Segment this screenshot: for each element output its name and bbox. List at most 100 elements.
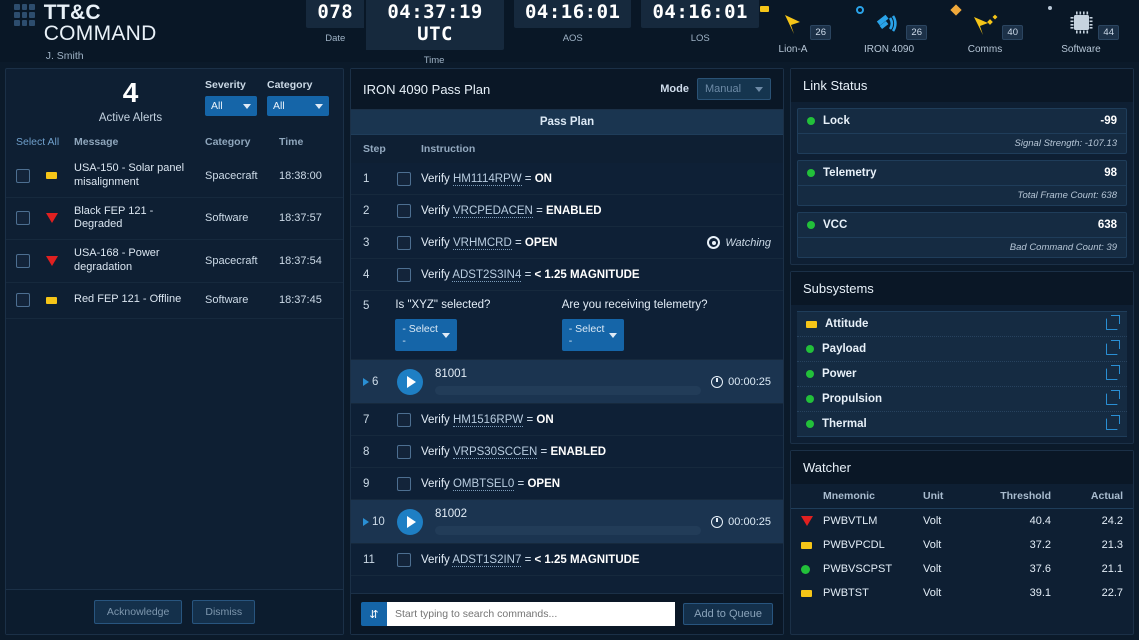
- mode-value: Manual: [705, 83, 742, 95]
- subsystem-item-power[interactable]: Power: [797, 362, 1127, 387]
- severity-nominal-icon: [801, 564, 823, 574]
- mnemonic[interactable]: VRPS30SCCEN: [452, 445, 538, 459]
- table-row[interactable]: PWBVPCDL Volt 37.2 21.3: [791, 533, 1133, 557]
- table-row[interactable]: Red FEP 121 - Offline Software 18:37:45: [6, 283, 343, 319]
- step-checkbox[interactable]: [397, 444, 421, 459]
- pass-plan-step[interactable]: 4 Verify ADST2S3IN4 = < 1.25 MAGNITUDE: [351, 259, 783, 291]
- mnemonic[interactable]: ADST1S2IN7: [452, 553, 522, 567]
- row-checkbox[interactable]: [16, 293, 46, 307]
- table-row[interactable]: PWBVSCPST Volt 37.6 21.1: [791, 557, 1133, 581]
- watching-indicator[interactable]: Watching: [707, 236, 771, 249]
- run-command-button[interactable]: [397, 508, 423, 535]
- comms-antenna-icon: [974, 14, 998, 35]
- watcher-unit: Volt: [923, 563, 942, 575]
- pass-plan-step[interactable]: 11 Verify ADST1S2IN7 = < 1.25 MAGNITUDE: [351, 544, 783, 576]
- expected-value: ENABLED: [550, 445, 607, 458]
- mnemonic[interactable]: HM1516RPW: [452, 413, 524, 427]
- pass-plan-step[interactable]: 1 Verify HM1114RPW = ON: [351, 163, 783, 195]
- question-select-2[interactable]: - Select -: [561, 319, 624, 351]
- column-instruction: Instruction: [421, 143, 476, 155]
- mnemonic[interactable]: HM1114RPW: [452, 172, 522, 186]
- dismiss-button[interactable]: Dismiss: [192, 600, 256, 624]
- subsystem-item-thermal[interactable]: Thermal: [797, 412, 1127, 437]
- asset-lion-a[interactable]: 26 Lion-A: [759, 6, 831, 55]
- open-external-icon[interactable]: [1106, 415, 1120, 430]
- asset-comms[interactable]: 40 Comms: [950, 4, 1023, 55]
- status-dot-icon: [807, 221, 815, 229]
- question-select-1[interactable]: - Select -: [395, 319, 458, 351]
- expand-arrow-icon[interactable]: [363, 517, 369, 526]
- link-status-item-lock[interactable]: Lock -99 Signal Strength: -107.13: [797, 108, 1127, 154]
- open-external-icon[interactable]: [1106, 365, 1120, 380]
- step-checkbox[interactable]: [397, 412, 421, 427]
- status-diamond-icon: [950, 4, 962, 16]
- subsystems-panel: Subsystems Attitude Payload Power Propul…: [790, 271, 1134, 444]
- category-filter-label: Category: [267, 79, 313, 91]
- mnemonic[interactable]: OMBTSEL0: [452, 477, 515, 491]
- table-row[interactable]: USA-150 - Solar panel misalignment Space…: [6, 155, 343, 198]
- step-checkbox[interactable]: [397, 267, 421, 282]
- add-to-queue-button[interactable]: Add to Queue: [683, 603, 773, 625]
- step-checkbox[interactable]: [397, 552, 421, 567]
- pass-plan-step-command[interactable]: 10 81002 00:00:25: [351, 500, 783, 544]
- pass-plan-step[interactable]: 2 Verify VRCPEDACEN = ENABLED: [351, 195, 783, 227]
- search-input[interactable]: [387, 602, 676, 626]
- step-checkbox[interactable]: [397, 203, 421, 218]
- brand-bold: TT&C: [43, 1, 101, 25]
- expected-value: < 1.25 MAGNITUDE: [534, 553, 640, 566]
- open-external-icon[interactable]: [1106, 340, 1120, 355]
- mnemonic[interactable]: VRHMCRD: [452, 236, 512, 250]
- asset-software[interactable]: 44 Software: [1047, 6, 1119, 55]
- status-dot-icon: [806, 420, 814, 428]
- satellite-dish-icon: [785, 15, 800, 34]
- step-number: 1: [363, 172, 370, 185]
- run-command-button[interactable]: [397, 368, 423, 395]
- pass-plan-step-question: 5 Is "XYZ" selected? - Select - Are you …: [351, 291, 783, 360]
- table-row[interactable]: Black FEP 121 - Degraded Software 18:37:…: [6, 198, 343, 240]
- open-external-icon[interactable]: [1106, 315, 1120, 330]
- severity-filter-select[interactable]: All: [205, 96, 257, 116]
- mnemonic[interactable]: VRCPEDACEN: [452, 204, 533, 218]
- command-type-toggle[interactable]: ⇵: [361, 602, 387, 626]
- pass-plan-step-command[interactable]: 6 81001 00:00:25: [351, 360, 783, 404]
- row-checkbox[interactable]: [16, 211, 46, 226]
- link-status-item-vcc[interactable]: VCC 638 Bad Command Count: 39: [797, 212, 1127, 258]
- alert-time: 18:37:45: [279, 294, 322, 306]
- asset-iron-4090[interactable]: 26 IRON 4090: [855, 6, 927, 55]
- acknowledge-button[interactable]: Acknowledge: [93, 600, 183, 624]
- brand: TT&C COMMAND J. Smith: [14, 0, 209, 62]
- step-checkbox[interactable]: [397, 476, 421, 491]
- step-checkbox[interactable]: [397, 235, 421, 250]
- table-row[interactable]: PWBTST Volt 39.1 22.7: [791, 581, 1133, 605]
- link-sub-label: Bad Command Count:: [1009, 242, 1104, 253]
- chevron-down-icon: [442, 332, 451, 338]
- pass-plan-step[interactable]: 3 Verify VRHMCRD = OPEN Watching: [351, 227, 783, 259]
- open-external-icon[interactable]: [1106, 390, 1120, 405]
- step-checkbox[interactable]: [397, 171, 421, 186]
- asset-label: Lion-A: [778, 44, 808, 55]
- operator: =: [524, 553, 532, 566]
- link-status-item-telemetry[interactable]: Telemetry 98 Total Frame Count: 638: [797, 160, 1127, 206]
- row-checkbox[interactable]: [16, 168, 46, 183]
- row-checkbox[interactable]: [16, 253, 46, 268]
- select-all-link[interactable]: Select All: [16, 136, 74, 148]
- watcher-threshold: 37.2: [1029, 539, 1051, 551]
- command-entry-bar: ⇵ Add to Queue: [351, 593, 783, 634]
- category-filter-select[interactable]: All: [267, 96, 329, 116]
- clock-aos-label: AOS: [562, 33, 583, 44]
- question-text: Is "XYZ" selected?: [395, 299, 491, 311]
- question-select-value: - Select -: [568, 323, 605, 347]
- subsystem-item-propulsion[interactable]: Propulsion: [797, 387, 1127, 412]
- pass-plan-step[interactable]: 7 Verify HM1516RPW = ON: [351, 404, 783, 436]
- verify-prefix: Verify: [421, 236, 450, 249]
- expand-arrow-icon[interactable]: [363, 377, 369, 386]
- subsystem-item-attitude[interactable]: Attitude: [797, 311, 1127, 337]
- mnemonic[interactable]: ADST2S3IN4: [452, 268, 522, 282]
- severity-critical-icon: [46, 255, 74, 266]
- pass-plan-step[interactable]: 9 Verify OMBTSEL0 = OPEN: [351, 468, 783, 500]
- subsystem-item-payload[interactable]: Payload: [797, 337, 1127, 362]
- pass-plan-step[interactable]: 8 Verify VRPS30SCCEN = ENABLED: [351, 436, 783, 468]
- mode-select[interactable]: Manual: [697, 78, 771, 100]
- table-row[interactable]: USA-168 - Power degradation Spacecraft 1…: [6, 240, 343, 283]
- table-row[interactable]: PWBVTLM Volt 40.4 24.2: [791, 509, 1133, 533]
